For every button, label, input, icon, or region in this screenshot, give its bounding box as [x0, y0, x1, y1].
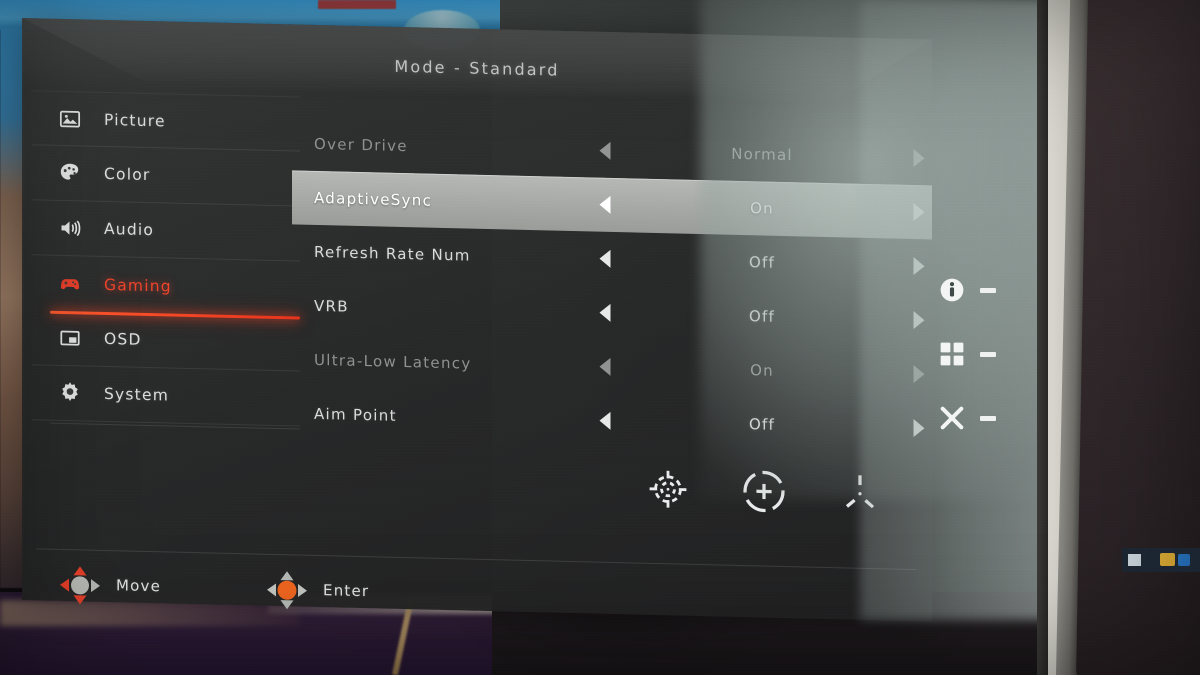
setting-label: Refresh Rate Num	[314, 242, 471, 265]
hint-move[interactable]: Move	[58, 564, 161, 606]
hint-label: Enter	[323, 581, 370, 601]
chevron-left-icon[interactable]	[592, 353, 618, 380]
sidebar-item-audio[interactable]: Audio	[32, 200, 300, 262]
hint-label: Move	[116, 576, 162, 596]
second-monitor	[1075, 0, 1200, 675]
dpad-enter-icon	[265, 569, 308, 610]
sidebar-item-label: System	[104, 384, 169, 405]
sidebar-item-label: OSD	[104, 329, 142, 349]
bezel-control-group	[938, 258, 1030, 450]
desktop-window-title-strip	[318, 0, 396, 9]
sidebar-item-system[interactable]: System	[32, 365, 300, 427]
dash-icon	[980, 287, 996, 293]
grid-icon[interactable]	[938, 340, 966, 368]
chevron-left-icon[interactable]	[592, 299, 618, 326]
screenshot-root: Mode - Standard Picture Color Audio Gami…	[0, 0, 1200, 675]
sidebar-item-label: Picture	[104, 110, 166, 130]
palette-icon	[54, 158, 86, 189]
bezel-close-control[interactable]	[938, 386, 1030, 450]
dpad-move-icon	[58, 564, 100, 605]
setting-label: Over Drive	[314, 134, 408, 156]
sidebar-item-picture[interactable]: Picture	[32, 90, 300, 152]
hint-enter[interactable]: Enter	[265, 569, 369, 611]
sidebar-item-label: Color	[104, 164, 151, 185]
speaker-icon	[54, 213, 86, 244]
dash-icon	[980, 415, 996, 421]
close-x-icon[interactable]	[938, 404, 966, 432]
chevron-left-icon[interactable]	[592, 245, 618, 272]
windows-start-icon[interactable]	[1128, 554, 1141, 566]
bezel-info-control[interactable]	[938, 258, 1030, 322]
info-icon[interactable]	[938, 276, 966, 304]
sidebar-item-gaming[interactable]: Gaming	[32, 255, 300, 320]
aim-point-dotted-reticle-icon[interactable]	[642, 463, 708, 531]
setting-label: VRB	[314, 296, 349, 316]
sidebar-item-osd[interactable]: OSD	[32, 310, 300, 372]
setting-label: AdaptiveSync	[314, 188, 433, 210]
sidebar-item-label: Audio	[104, 219, 155, 240]
sidebar-item-label: Gaming	[104, 275, 172, 296]
picture-icon	[54, 103, 86, 134]
folder-icon[interactable]	[1160, 553, 1175, 566]
gamepad-icon	[54, 268, 86, 299]
setting-label: Ultra-Low Latency	[314, 350, 472, 373]
gear-icon	[54, 378, 86, 409]
sidebar-item-color[interactable]: Color	[32, 145, 300, 207]
bezel-grid-control[interactable]	[938, 322, 1030, 386]
desktop-wallpaper-left-strip	[0, 28, 24, 588]
chevron-left-icon[interactable]	[592, 137, 618, 164]
dash-icon	[980, 351, 996, 357]
chevron-left-icon[interactable]	[592, 191, 618, 218]
osd-sidebar: Picture Color Audio Gaming OSD System	[32, 90, 300, 427]
app-icon[interactable]	[1178, 554, 1190, 566]
setting-label: Aim Point	[314, 404, 397, 425]
osd-window-icon	[54, 323, 86, 354]
chevron-left-icon[interactable]	[592, 407, 618, 434]
